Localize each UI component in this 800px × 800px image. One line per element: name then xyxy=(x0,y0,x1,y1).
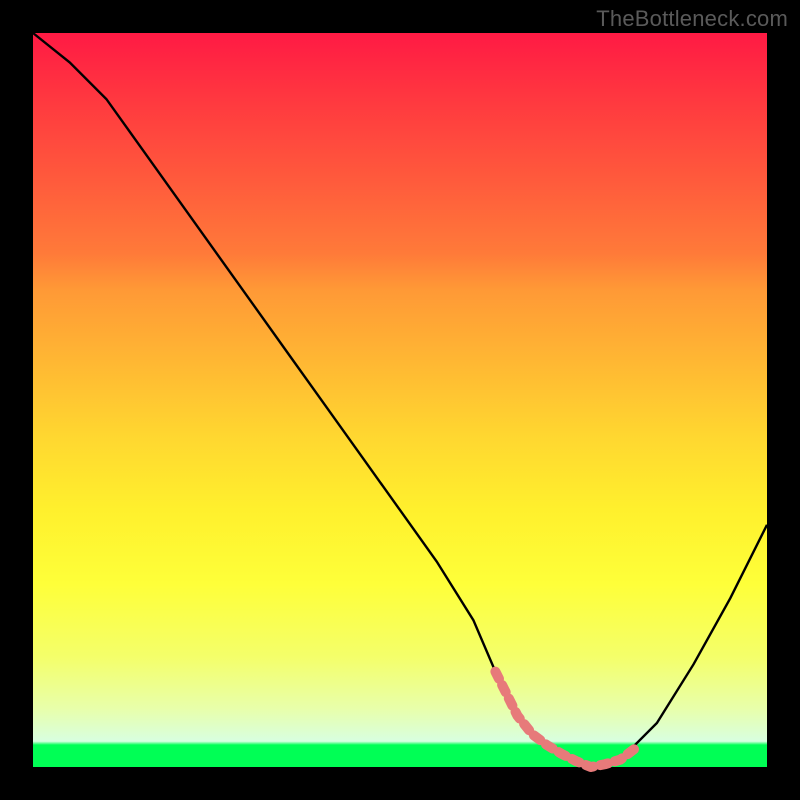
chart-svg xyxy=(33,33,767,767)
optimal-zone-highlight xyxy=(495,672,635,767)
watermark-text: TheBottleneck.com xyxy=(596,6,788,32)
bottleneck-curve-line xyxy=(33,33,767,767)
chart-gradient-area xyxy=(33,33,767,767)
